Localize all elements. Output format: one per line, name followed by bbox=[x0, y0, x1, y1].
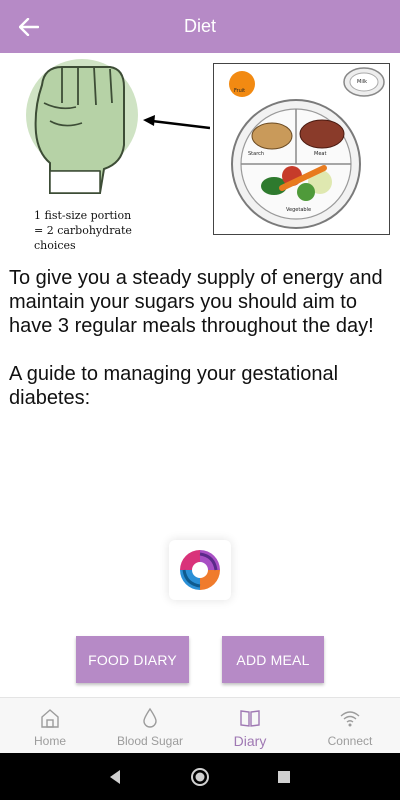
system-recents-button[interactable] bbox=[272, 765, 296, 789]
plate-label-vegetable: Vegetable bbox=[286, 207, 312, 213]
add-meal-button[interactable]: ADD MEAL bbox=[222, 636, 324, 683]
nav-item-home[interactable]: Home bbox=[0, 698, 100, 754]
system-back-button[interactable] bbox=[103, 765, 127, 789]
nav-label: Home bbox=[33, 734, 66, 748]
plate-diagram: Fruit Milk Starch Meat Vegetable bbox=[213, 63, 390, 235]
system-home-button[interactable] bbox=[188, 765, 212, 789]
caption-line: 1 fist-size portion bbox=[34, 209, 132, 222]
caption-line: choices bbox=[34, 239, 76, 252]
nav-label: Diary bbox=[233, 733, 267, 749]
home-circle-icon bbox=[191, 768, 209, 786]
app-bar: Diet bbox=[0, 0, 400, 53]
caption-line: = 2 carbohydrate bbox=[34, 224, 132, 237]
plate-label-fruit: Fruit bbox=[234, 88, 246, 94]
guide-intro-paragraph: A guide to managing your gestational dia… bbox=[9, 363, 339, 409]
drop-icon bbox=[138, 706, 162, 730]
nav-item-blood-sugar[interactable]: Blood Sugar bbox=[100, 698, 200, 754]
book-icon bbox=[238, 706, 262, 730]
app-logo-card[interactable] bbox=[169, 540, 231, 600]
guidance-paragraph: To give you a steady supply of energy an… bbox=[9, 267, 383, 337]
nav-item-diary[interactable]: Diary bbox=[200, 698, 300, 754]
app-logo-icon bbox=[180, 550, 220, 590]
plate-label-starch: Starch bbox=[248, 151, 265, 157]
nav-label: Connect bbox=[327, 734, 373, 748]
wifi-icon bbox=[338, 706, 362, 730]
fist-portion-illustration bbox=[26, 59, 210, 194]
page-title: Diet bbox=[183, 16, 216, 36]
diet-guidance-text: To give you a steady supply of energy an… bbox=[9, 266, 393, 434]
diet-illustration: 1 fist-size portion = 2 carbohydrate cho… bbox=[0, 53, 400, 255]
home-icon bbox=[38, 706, 62, 730]
portion-caption: 1 fist-size portion = 2 carbohydrate cho… bbox=[34, 208, 174, 253]
back-triangle-icon bbox=[110, 770, 120, 784]
plate-label-milk: Milk bbox=[357, 79, 367, 85]
system-navigation-bar bbox=[0, 753, 400, 800]
recents-square-icon bbox=[278, 771, 290, 783]
bottom-navigation: Home Blood Sugar Diary Connect bbox=[0, 697, 400, 754]
nav-item-connect[interactable]: Connect bbox=[300, 698, 400, 754]
plate-label-meat: Meat bbox=[314, 151, 327, 157]
nav-label: Blood Sugar bbox=[116, 734, 184, 748]
food-diary-button[interactable]: FOOD DIARY bbox=[76, 636, 189, 683]
